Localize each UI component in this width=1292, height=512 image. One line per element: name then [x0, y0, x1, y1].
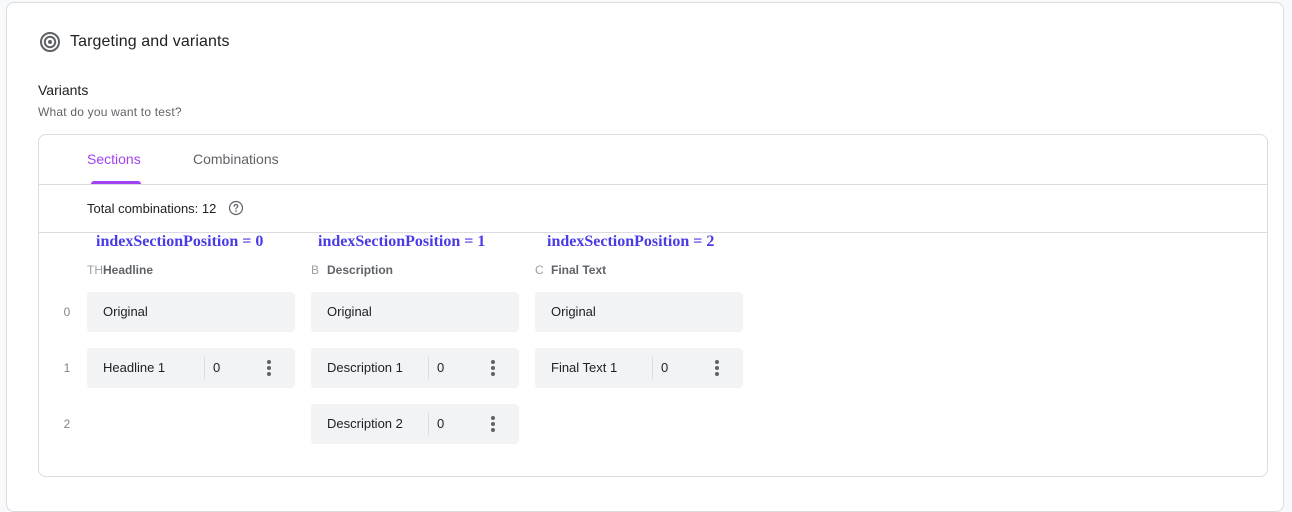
cell-text: Original: [327, 304, 372, 319]
column-header-final-text: C Final Text: [535, 263, 606, 277]
variants-label: Variants: [38, 82, 89, 98]
column-name: Headline: [103, 263, 154, 277]
variants-panel: Sections Combinations Total combinations…: [38, 134, 1268, 477]
annotation-section-2: indexSectionPosition = 2: [547, 233, 715, 250]
total-combinations-text: Total combinations: 12: [87, 201, 217, 216]
targeting-card: Targeting and variants Variants What do …: [6, 2, 1284, 512]
row-number: 2: [63, 417, 71, 431]
cell-divider: [428, 413, 429, 435]
final-text-original-cell[interactable]: Original: [535, 292, 743, 332]
row-number: 0: [63, 305, 71, 319]
more-vert-icon[interactable]: [709, 358, 725, 378]
variant-count: 0: [437, 416, 445, 431]
cell-divider: [428, 357, 429, 379]
variant-count: 0: [213, 360, 221, 375]
cell-text: Description 1: [327, 360, 403, 375]
column-letter: TH: [87, 263, 103, 277]
description-original-cell[interactable]: Original: [311, 292, 519, 332]
cell-text: Headline 1: [103, 360, 166, 375]
section-title: Targeting and variants: [70, 33, 230, 50]
column-name: Description: [327, 263, 394, 277]
column-letter: C: [535, 263, 544, 277]
cell-text: Original: [103, 304, 148, 319]
column-name: Final Text: [551, 263, 607, 277]
tab-sections[interactable]: Sections: [87, 151, 141, 167]
variant-count: 0: [437, 360, 445, 375]
row-number: 1: [63, 361, 71, 375]
more-vert-icon[interactable]: [485, 414, 501, 434]
column-header-description: B Description: [311, 263, 393, 277]
help-circle-icon[interactable]: [228, 200, 244, 216]
column-header-headline: THHeadline: [87, 263, 153, 277]
more-vert-icon[interactable]: [261, 358, 277, 378]
cell-text: Original: [551, 304, 596, 319]
description-variant-cell[interactable]: Description 2 0: [311, 404, 519, 444]
total-combinations-row: Total combinations: 12: [39, 185, 1267, 233]
headline-variant-cell[interactable]: Headline 1 0: [87, 348, 295, 388]
column-letter: B: [311, 263, 320, 277]
section-header: Targeting and variants: [39, 31, 230, 53]
cell-divider: [652, 357, 653, 379]
description-variant-cell[interactable]: Description 1 0: [311, 348, 519, 388]
variants-subtitle: What do you want to test?: [38, 105, 182, 119]
active-tab-indicator: [91, 181, 141, 184]
cell-text: Description 2: [327, 416, 403, 431]
annotation-section-1: indexSectionPosition = 1: [318, 233, 486, 250]
annotation-section-0: indexSectionPosition = 0: [96, 233, 264, 250]
target-icon: [39, 31, 61, 53]
final-text-variant-cell[interactable]: Final Text 1 0: [535, 348, 743, 388]
tab-combinations[interactable]: Combinations: [193, 151, 279, 167]
more-vert-icon[interactable]: [485, 358, 501, 378]
variant-count: 0: [661, 360, 669, 375]
tab-bar: Sections Combinations: [39, 135, 1267, 185]
cell-text: Final Text 1: [551, 360, 618, 375]
headline-original-cell[interactable]: Original: [87, 292, 295, 332]
cell-divider: [204, 357, 205, 379]
